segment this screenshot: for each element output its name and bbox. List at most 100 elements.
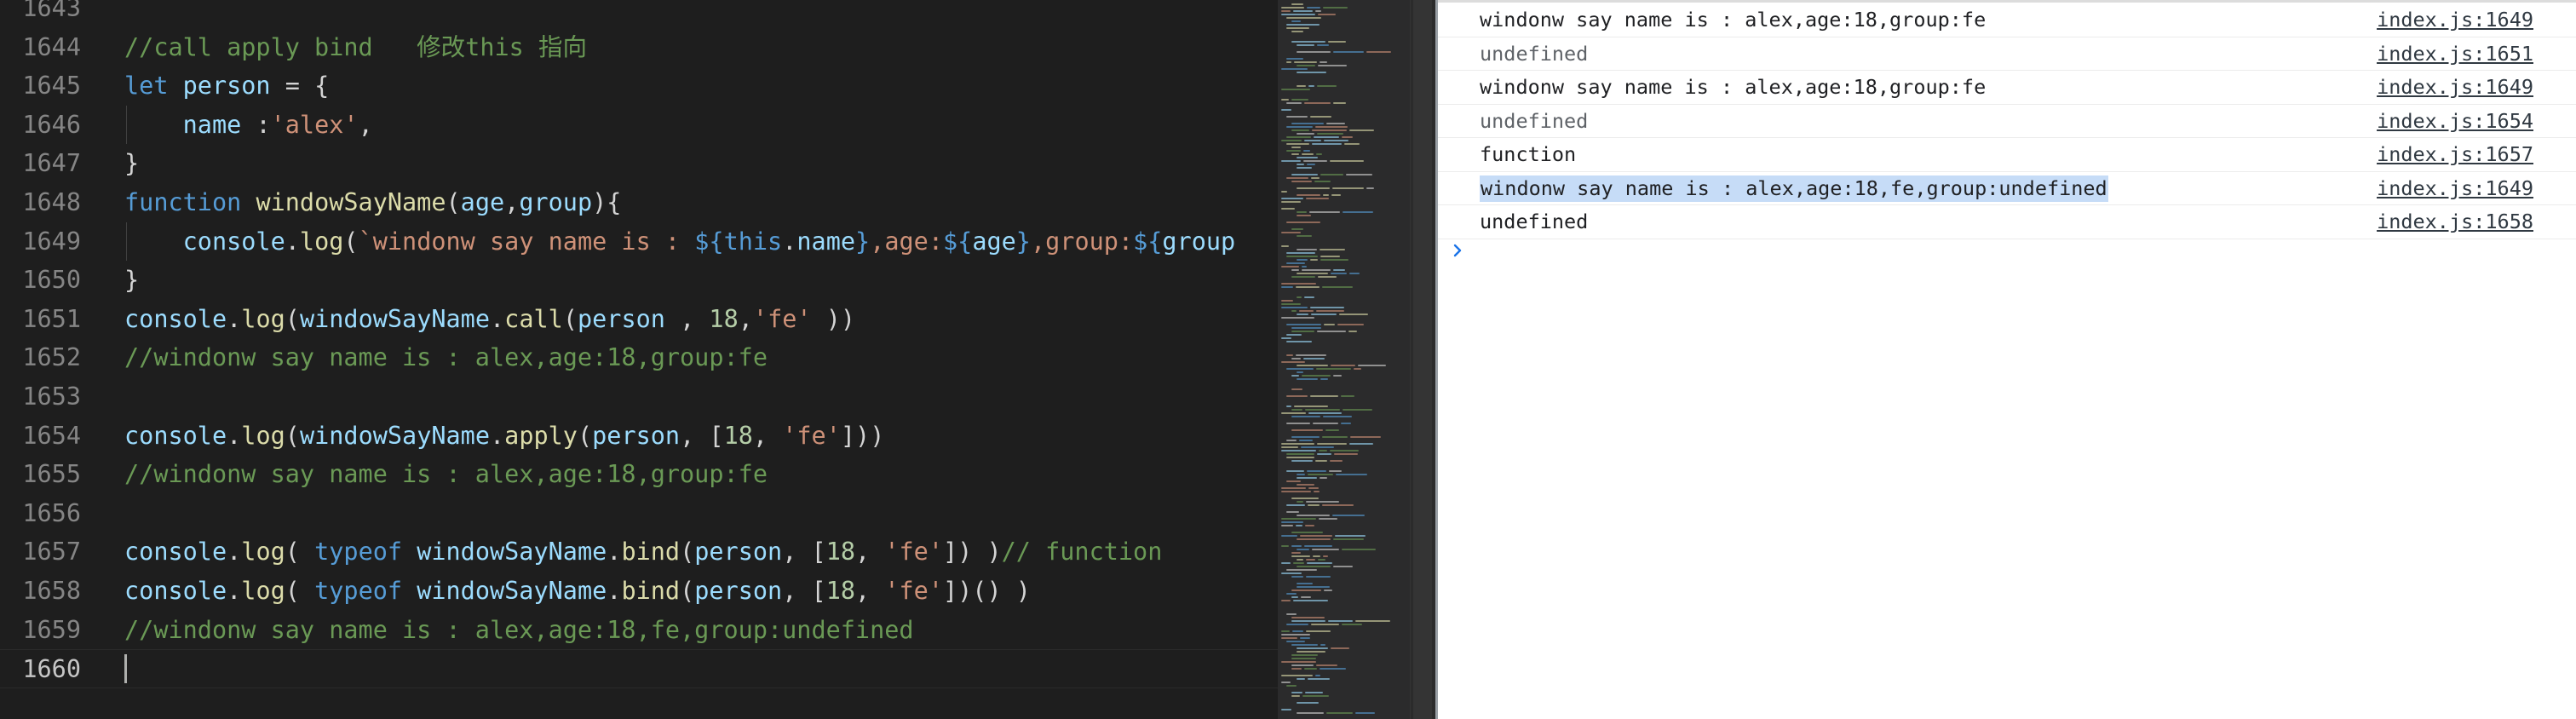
minimap-line: [1286, 504, 1305, 506]
code-line[interactable]: 1652 //windonw say name is : alex,age:18,…: [0, 338, 1278, 377]
minimap-slider[interactable]: [1278, 0, 1410, 719]
minimap-line: [1281, 491, 1311, 492]
minimap-line: [1297, 484, 1314, 486]
code-line[interactable]: 1647}: [0, 144, 1278, 183]
source-link[interactable]: index.js:1649: [2377, 3, 2533, 37]
minimap-line: [1302, 266, 1307, 267]
code-line[interactable]: 1646 name :'alex',: [0, 106, 1278, 145]
minimap-line: [1286, 256, 1318, 257]
minimap-line: [1291, 552, 1301, 554]
minimap-line: [1297, 477, 1317, 479]
console-message-text: windonw say name is : alex,age:18,group:…: [1480, 8, 1987, 32]
minimap-line: [1341, 395, 1354, 397]
minimap-line: [1323, 416, 1352, 417]
minimap-line: [1286, 221, 1320, 223]
minimap-line: [1333, 102, 1346, 104]
minimap-line: [1294, 61, 1317, 63]
minimap-line: [1297, 167, 1312, 169]
minimap-line: [1291, 576, 1303, 578]
code-line[interactable]: 1654 console.log(windowSayName.apply(pers…: [0, 417, 1278, 456]
code-line[interactable]: 1659 //windonw say name is : alex,age:18,…: [0, 611, 1278, 650]
console-message-row[interactable]: windonw say name is : alex,age:18,fe,gro…: [1438, 172, 2576, 206]
code-line[interactable]: 1644 //call apply bind 修改this 指向: [0, 28, 1278, 67]
source-link[interactable]: index.js:1654: [2377, 105, 2533, 139]
editor-scrollbar-thumb[interactable]: [1413, 0, 1432, 719]
console-message-row[interactable]: function index.js:1657: [1438, 138, 2576, 172]
code-token: ,age:: [870, 227, 943, 256]
minimap-line: [1337, 324, 1364, 325]
code-line[interactable]: 1655 //windonw say name is : alex,age:18,…: [0, 455, 1278, 494]
code-token: log: [241, 304, 285, 333]
minimap-line: [1342, 624, 1362, 625]
minimap-line: [1311, 177, 1320, 179]
code-token: ])): [840, 421, 885, 450]
code-line[interactable]: 1653: [0, 377, 1278, 417]
minimap-line: [1302, 695, 1329, 697]
minimap-line: [1291, 327, 1321, 329]
minimap-line: [1281, 10, 1291, 12]
minimap-line: [1303, 150, 1310, 152]
minimap-line: [1311, 624, 1339, 625]
code-line[interactable]: 1649 console.log(`windonw say name is : …: [0, 222, 1278, 262]
minimap-line: [1355, 712, 1375, 714]
code-token: ,: [855, 577, 885, 605]
minimap-line: [1291, 695, 1300, 697]
code-editor[interactable]: 1643 1644 //call apply bind 修改this 指向 1645 l…: [0, 0, 1278, 719]
code-line[interactable]: 1656: [0, 494, 1278, 533]
line-number: 1643: [22, 0, 81, 22]
console-message-row[interactable]: undefined index.js:1654: [1438, 105, 2576, 139]
minimap-line: [1306, 198, 1329, 199]
line-number: 1652: [22, 343, 81, 372]
source-link[interactable]: index.js:1657: [2377, 138, 2533, 172]
code-token: //windonw say name is : alex,age:18,grou…: [124, 343, 768, 372]
source-link[interactable]: index.js:1658: [2377, 205, 2533, 239]
code-token: .: [227, 577, 242, 605]
minimap-line: [1328, 41, 1346, 43]
minimap-line: [1358, 365, 1386, 366]
code-token: bind: [621, 577, 681, 605]
code-text: console.log( typeof windowSayName.bind(p…: [124, 532, 1162, 572]
minimap-line: [1354, 368, 1361, 370]
code-token: .: [285, 227, 300, 256]
minimap-line: [1307, 164, 1315, 165]
console-message-row[interactable]: undefined index.js:1651: [1438, 37, 2576, 72]
minimap-line: [1281, 208, 1295, 210]
console-message-row[interactable]: windonw say name is : alex,age:18,group:…: [1438, 3, 2576, 37]
source-link[interactable]: index.js:1649: [2377, 71, 2533, 105]
code-line[interactable]: 1651 console.log(windowSayName.call(perso…: [0, 300, 1278, 339]
minimap-line: [1281, 361, 1305, 363]
minimap-line: [1286, 177, 1308, 179]
code-line[interactable]: 1657 console.log( typeof windowSayName.bi…: [0, 532, 1278, 572]
minimap-line: [1333, 375, 1342, 377]
console-message-text: windonw say name is : alex,age:18,fe,gro…: [1480, 175, 2108, 202]
minimap-line: [1348, 331, 1357, 332]
code-token: ,: [358, 110, 373, 139]
minimap-line: [1281, 518, 1316, 520]
source-link[interactable]: index.js:1649: [2377, 172, 2533, 206]
chevron-right-icon[interactable]: [1450, 243, 1465, 258]
code-token: person: [592, 421, 681, 450]
minimap-line: [1315, 460, 1327, 462]
code-token: 'fe': [884, 577, 943, 605]
code-line[interactable]: 1658 console.log( typeof windowSayName.bi…: [0, 572, 1278, 611]
minimap-line: [1332, 515, 1365, 516]
console-message-row[interactable]: undefined index.js:1658: [1438, 205, 2576, 239]
code-line[interactable]: 1650}: [0, 261, 1278, 300]
minimap-line: [1286, 406, 1291, 407]
current-code-line[interactable]: 1660: [0, 649, 1278, 688]
code-line[interactable]: 1643: [0, 0, 1278, 28]
minimap-line: [1320, 61, 1327, 63]
console-message-row[interactable]: windonw say name is : alex,age:18,group:…: [1438, 71, 2576, 105]
minimap[interactable]: [1278, 0, 1410, 719]
console-message-text: undefined: [1480, 108, 1589, 133]
code-token: (: [577, 421, 593, 450]
minimap-line: [1304, 668, 1317, 670]
minimap-line: [1331, 194, 1341, 196]
code-line[interactable]: 1645 let person = {: [0, 66, 1278, 106]
minimap-line: [1297, 371, 1303, 373]
code-line[interactable]: 1648 function windowSayName(age,group){: [0, 183, 1278, 222]
minimap-line: [1312, 143, 1342, 145]
code-token: console: [124, 304, 227, 333]
source-link[interactable]: index.js:1651: [2377, 37, 2533, 72]
code-token: , [: [680, 421, 724, 450]
